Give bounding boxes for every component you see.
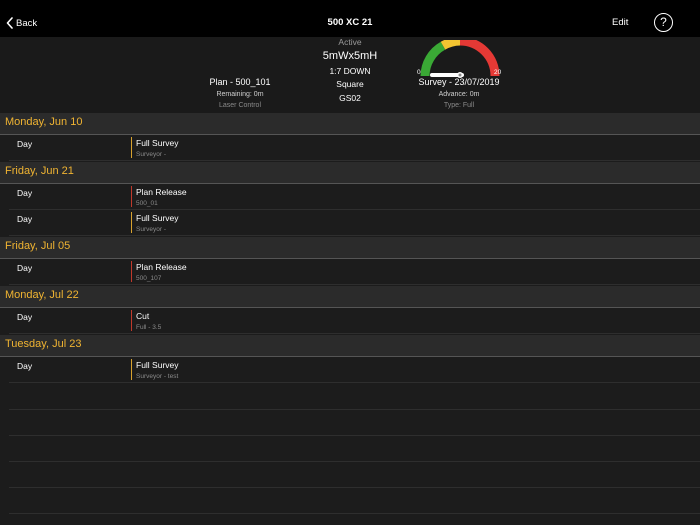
schedule-row[interactable]: Day Full Survey Surveyor - bbox=[0, 135, 700, 160]
row-day-label: Day bbox=[17, 214, 33, 224]
row-subtitle: Surveyor - bbox=[136, 226, 166, 233]
date-section-header: Monday, Jul 22 bbox=[0, 286, 700, 307]
survey-advance: Advance: 0m bbox=[438, 91, 480, 98]
row-color-bar bbox=[131, 137, 132, 158]
empty-row-divider bbox=[9, 487, 700, 488]
date-section-header: Monday, Jun 10 bbox=[0, 113, 700, 134]
row-day-label: Day bbox=[17, 188, 33, 198]
date-section-header: Friday, Jun 21 bbox=[0, 162, 700, 183]
summary-header: Plan - 500_101 Remaining: 0m Laser Contr… bbox=[0, 37, 700, 113]
row-subtitle: Surveyor - bbox=[136, 151, 166, 158]
row-title: Full Survey bbox=[136, 213, 179, 223]
date-section-header: Tuesday, Jul 23 bbox=[0, 335, 700, 356]
survey-title: Survey - 23/07/2019 bbox=[418, 77, 500, 87]
code-label: GS02 bbox=[339, 93, 361, 103]
schedule-row[interactable]: Day Full Survey Surveyor - test bbox=[0, 357, 700, 382]
plan-control: Laser Control bbox=[218, 102, 262, 109]
gauge-max-label: 20 bbox=[494, 69, 502, 76]
page-title: 500 XC 21 bbox=[327, 17, 373, 28]
row-title: Plan Release bbox=[136, 262, 187, 272]
edit-button[interactable]: Edit bbox=[612, 17, 628, 28]
survey-type: Type: Full bbox=[443, 102, 475, 109]
row-subtitle: 500_107 bbox=[136, 275, 162, 282]
row-title: Cut bbox=[136, 311, 150, 321]
date-section-header: Friday, Jul 05 bbox=[0, 237, 700, 258]
row-color-bar bbox=[131, 186, 132, 207]
status-label: Active bbox=[338, 37, 362, 47]
row-color-bar bbox=[131, 261, 132, 282]
gauge-red-arc bbox=[459, 40, 500, 77]
shape-label: Square bbox=[336, 79, 364, 89]
row-divider bbox=[9, 382, 700, 383]
help-button[interactable]: ? bbox=[654, 13, 673, 32]
gradient-label: 1:7 DOWN bbox=[329, 66, 371, 76]
schedule-row[interactable]: Day Cut Full - 3.5 bbox=[0, 308, 700, 333]
progress-gauge bbox=[420, 40, 500, 78]
empty-row-divider bbox=[9, 461, 700, 462]
row-title: Plan Release bbox=[136, 187, 187, 197]
empty-row-divider bbox=[9, 409, 700, 410]
empty-row-divider bbox=[9, 513, 700, 514]
row-divider bbox=[9, 333, 700, 334]
row-subtitle: Surveyor - test bbox=[136, 373, 179, 380]
dimensions-label: 5mWx5mH bbox=[322, 50, 378, 62]
row-color-bar bbox=[131, 310, 132, 331]
row-divider bbox=[9, 284, 700, 285]
row-day-label: Day bbox=[17, 139, 33, 149]
date-label: Tuesday, Jul 23 bbox=[5, 338, 82, 350]
schedule-row[interactable]: Day Plan Release 500_107 bbox=[0, 259, 700, 284]
row-color-bar bbox=[131, 212, 132, 233]
schedule-row[interactable]: Day Plan Release 500_01 bbox=[0, 184, 700, 209]
row-title: Full Survey bbox=[136, 138, 179, 148]
date-label: Friday, Jul 05 bbox=[5, 240, 71, 252]
row-day-label: Day bbox=[17, 312, 33, 322]
navigation-bar: Back 500 XC 21 Edit ? bbox=[0, 0, 700, 37]
schedule-row[interactable]: Day Full Survey Surveyor - bbox=[0, 210, 700, 235]
gauge-green-arc bbox=[420, 41, 446, 77]
gauge-min-label: 0 bbox=[417, 69, 421, 76]
empty-row-divider bbox=[9, 435, 700, 436]
row-divider bbox=[9, 160, 700, 161]
row-subtitle: 500_01 bbox=[136, 200, 158, 207]
plan-title: Plan - 500_101 bbox=[209, 77, 271, 87]
gauge-yellow-arc bbox=[440, 40, 461, 50]
row-subtitle: Full - 3.5 bbox=[136, 324, 162, 331]
row-day-label: Day bbox=[17, 361, 33, 371]
row-day-label: Day bbox=[17, 263, 33, 273]
row-divider bbox=[9, 235, 700, 236]
row-title: Full Survey bbox=[136, 360, 179, 370]
row-color-bar bbox=[131, 359, 132, 380]
plan-remaining: Remaining: 0m bbox=[216, 91, 264, 98]
date-label: Monday, Jul 22 bbox=[5, 289, 79, 301]
date-label: Monday, Jun 10 bbox=[5, 116, 83, 128]
date-label: Friday, Jun 21 bbox=[5, 165, 74, 177]
